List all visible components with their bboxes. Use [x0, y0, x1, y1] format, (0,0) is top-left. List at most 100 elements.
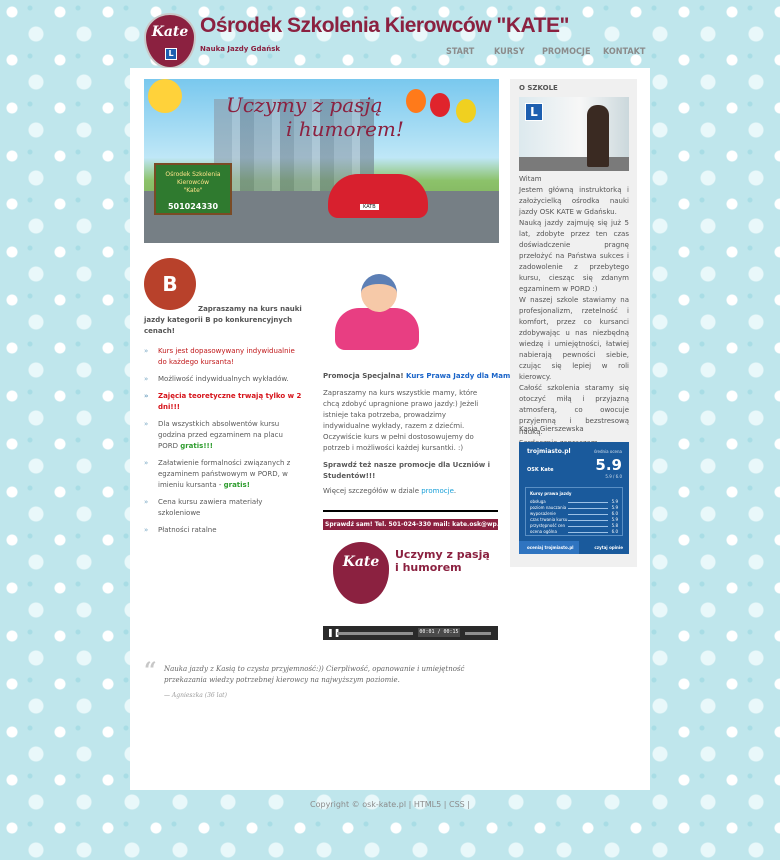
rating-line: [568, 532, 608, 533]
content-area: Uczymy z pasją i humorem! Ośrodek Szkole…: [130, 68, 650, 790]
category-intro: Zapraszamy na kurs nauki jazdy kategorii…: [144, 304, 314, 337]
nav-kursy[interactable]: KURSY: [494, 47, 525, 57]
rating-label: przystępność cen: [530, 523, 566, 528]
promo-more-suffix: .: [453, 487, 457, 495]
balloon-icon: [456, 99, 476, 123]
rating-widget[interactable]: trojmiasto.pl średnia ocena 5.9 5.9 / 6.…: [519, 442, 629, 554]
list-item-text: Dla wszystkich absolwentów kursu godzina…: [158, 420, 283, 450]
rating-label: obsługa: [530, 499, 546, 504]
video-slogan-line2: i humorem: [395, 561, 462, 574]
about-greeting: Witam: [519, 175, 542, 183]
list-item: Kurs jest dopasowywany indywidualnie do …: [144, 346, 304, 368]
rating-label: wyposażenie: [530, 511, 556, 516]
rating-line: [568, 520, 608, 521]
rating-line: [568, 514, 608, 515]
category-b-icon: B: [144, 258, 196, 310]
rating-line: [568, 502, 608, 503]
about-paragraph: Nauką jazdy zajmuję się już 5 lat, zdoby…: [519, 219, 629, 293]
video-controls: ❚❚ 00:01 / 00:15: [323, 626, 498, 640]
rating-line: [568, 526, 608, 527]
logo-text: Kate: [151, 24, 189, 40]
about-paragraph: Jestem główną instruktorką i założycielk…: [519, 186, 629, 216]
promo-title: Promocja Specjalna! Kurs Prawa Jazdy dla…: [323, 372, 510, 380]
l-sign-icon: L: [525, 103, 543, 121]
promo-text: Zapraszamy na kurs wszystkie mamy, które…: [323, 389, 479, 452]
video-screen[interactable]: Kate Uczymy z pasją i humorem: [323, 532, 498, 626]
promocje-link[interactable]: promocje: [421, 487, 454, 495]
feature-list: Kurs jest dopasowywany indywidualnie do …: [144, 346, 304, 542]
widget-footer: oceniaj trojmiasto.pl czytaj opinie: [519, 541, 629, 554]
list-item-highlight: gratis!!!: [180, 442, 213, 450]
widget-ratings-box: Kursy prawa jazdy obsługa 5.9 poziom nauc…: [525, 487, 623, 536]
promo-title-prefix: Promocja Specjalna!: [323, 372, 404, 380]
photo-ground: [519, 157, 629, 171]
list-item: Dla wszystkich absolwentów kursu godzina…: [144, 419, 304, 452]
car-illustration: KATB: [328, 174, 428, 218]
hero-banner: Uczymy z pasją i humorem! Ośrodek Szkole…: [144, 79, 499, 243]
site-title: Ośrodek Szkolenia Kierowców "KATE": [200, 14, 569, 37]
instructor-figure: [587, 105, 609, 167]
list-item: Cena kursu zawiera materiały szkoleniowe: [144, 497, 304, 519]
banner-slogan-line2: i humorem!: [286, 117, 404, 141]
board-line3: "Kate": [183, 187, 203, 194]
banner-slogan-line1: Uczymy z pasją: [226, 93, 383, 117]
rating-line: [568, 508, 608, 509]
promo-more-text: Więcej szczegółów w dziale: [323, 487, 422, 495]
about-paragraph: W naszej szkole stawiamy na profesjonali…: [519, 296, 629, 381]
logo[interactable]: Kate L: [144, 13, 196, 69]
promo-title-link[interactable]: Kurs Prawa Jazdy dla Mam: [406, 372, 510, 380]
pause-icon[interactable]: ❚❚: [327, 629, 340, 637]
widget-rate-link[interactable]: oceniaj trojmiasto.pl: [519, 541, 579, 554]
testimonial-author: — Agnieszka (36 lat): [164, 692, 227, 699]
widget-box-title: Kursy prawa jazdy: [530, 491, 572, 496]
widget-avg-label: średnia ocena: [593, 449, 622, 454]
list-item: Możliwość indywidualnych wykładów.: [144, 374, 304, 385]
instructor-photo: L: [519, 97, 629, 171]
board-line2: Kierowców: [176, 179, 210, 186]
nav-start[interactable]: START: [446, 47, 474, 57]
signature: Kasia Gierszewska: [519, 425, 584, 433]
video-header-text: Sprawdź sam! Tel. 501-024-330 mail: kate…: [323, 519, 498, 530]
video-slogan: Uczymy z pasją i humorem: [395, 548, 490, 574]
rating-value: 6.0: [611, 529, 618, 534]
nav-kontakt[interactable]: KONTAKT: [603, 47, 645, 57]
kid-car-illustration: [335, 274, 421, 358]
rating-label: czas trwania kursu: [530, 517, 568, 522]
rating-label: ocena ogólna: [530, 529, 557, 534]
widget-name: OSK Kate: [527, 467, 554, 473]
kid-head: [361, 274, 397, 312]
video-time: 00:01 / 00:15: [418, 628, 460, 637]
widget-brand: trojmiasto.pl: [527, 448, 571, 455]
volume-slider[interactable]: [465, 632, 491, 635]
board-line1: Ośrodek Szkolenia: [165, 171, 221, 178]
widget-read-opinions-link[interactable]: czytaj opinie: [594, 541, 623, 554]
board-phone: 501024330: [167, 202, 219, 211]
nav-promocje[interactable]: PROMOCJE: [542, 47, 590, 57]
quote-mark-icon: “: [144, 658, 157, 684]
balloon-icon: [430, 93, 450, 117]
banner-slogan: Uczymy z pasją i humorem!: [226, 93, 404, 141]
banner-board: Ośrodek Szkolenia Kierowców "Kate" 50102…: [154, 163, 232, 215]
promo-more: Więcej szczegółów w dziale promocje.: [323, 487, 493, 495]
site-subtitle: Nauka Jazdy Gdańsk: [200, 45, 281, 53]
video-header: Sprawdź sam! Tel. 501-024-330 mail: kate…: [323, 512, 498, 532]
about-text: Witam Jestem główną instruktorką i założ…: [519, 174, 629, 449]
widget-score: 5.9: [595, 456, 622, 474]
testimonial-text: Nauka jazdy z Kasią to czysta przyjemnoś…: [164, 665, 465, 684]
list-item: Zajęcia teoretyczne trwają tylko w 2 dni…: [144, 391, 304, 413]
car-plate: KATB: [360, 204, 379, 210]
rating-label: poziom nauczania: [530, 505, 567, 510]
list-item: Płatności ratalne: [144, 525, 304, 536]
video-slogan-line1: Uczymy z pasją: [395, 548, 490, 561]
promo-also: Sprawdź też nasze promocje dla Uczniów i…: [323, 461, 491, 480]
video-logo-text: Kate: [342, 554, 380, 570]
video-player[interactable]: Sprawdź sam! Tel. 501-024-330 mail: kate…: [323, 510, 498, 640]
category-intro-text: Zapraszamy na kurs nauki jazdy kategorii…: [144, 305, 302, 335]
list-item: Załatwienie formalności związanych z egz…: [144, 458, 304, 491]
sidebar: O SZKOLE L Witam Jestem główną instrukto…: [510, 79, 637, 567]
rating-row: ocena ogólna 6.0: [530, 529, 618, 535]
video-logo: Kate: [333, 542, 389, 604]
page: Kate L Ośrodek Szkolenia Kierowców "KATE…: [130, 0, 650, 790]
video-progress-bar[interactable]: [337, 632, 413, 635]
balloon-icon: [406, 89, 426, 113]
